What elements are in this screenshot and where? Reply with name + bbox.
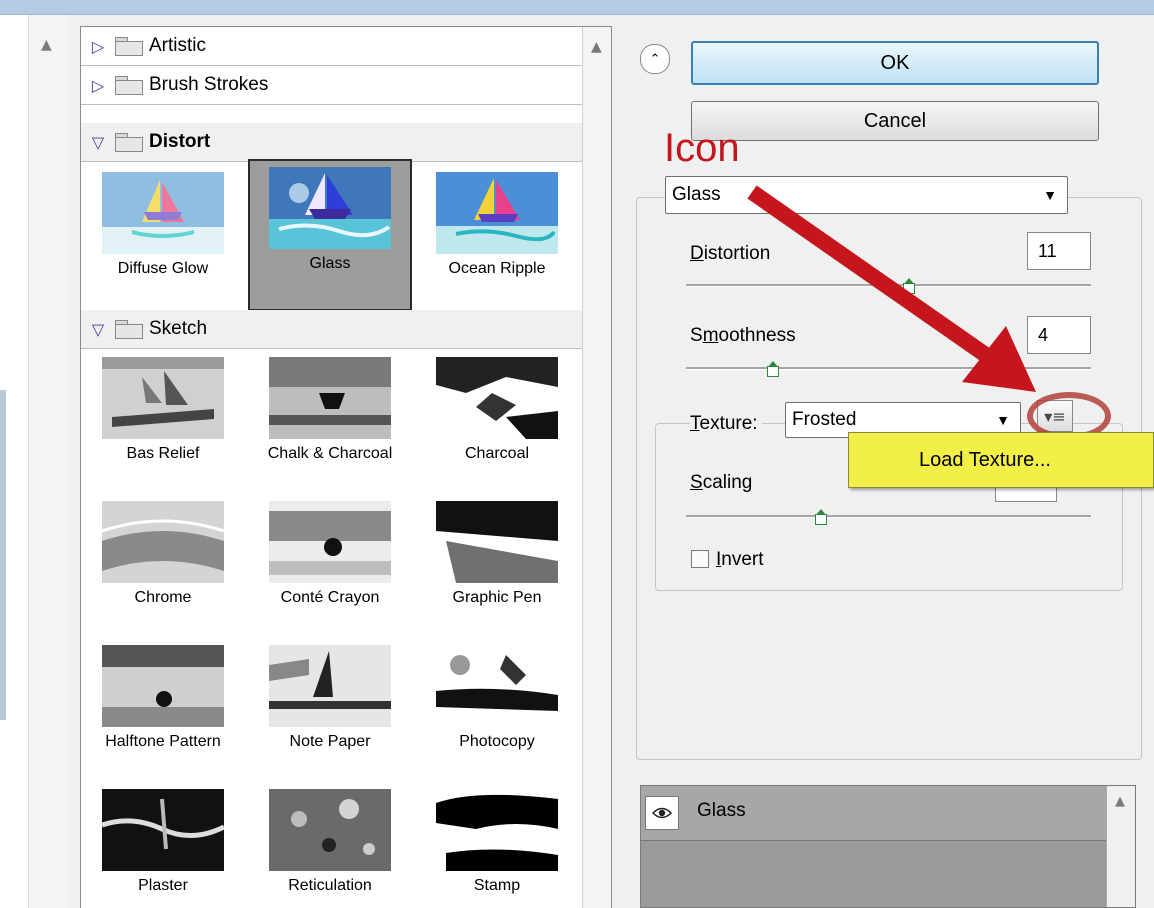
filter-thumb-conte-crayon[interactable]: Conté Crayon (248, 493, 412, 638)
folder-icon (115, 76, 143, 95)
effect-layer-name: Glass (697, 800, 746, 821)
note-paper-thumbnail (269, 645, 391, 727)
effect-layer-row[interactable]: Glass (641, 786, 1109, 841)
category-brush-strokes[interactable]: ▷ Brush Strokes (81, 66, 583, 105)
filter-thumb-glass[interactable]: Glass (248, 159, 412, 311)
filter-thumb-label: Chrome (134, 589, 192, 606)
sketch-thumbnails: Bas Relief Chalk & Charcoal Charcoal Chr… (81, 349, 583, 908)
glass-thumbnail (269, 167, 391, 249)
folder-icon (115, 37, 143, 56)
filter-thumb-plaster[interactable]: Plaster (81, 781, 245, 908)
texture-popup-menu: Load Texture... (848, 432, 1154, 488)
open-folder-icon (115, 133, 143, 152)
category-sketch[interactable]: ▽ Sketch (81, 310, 583, 349)
filter-thumb-label: Diffuse Glow (117, 260, 209, 277)
filter-thumb-diffuse-glow[interactable]: Diffuse Glow (81, 164, 245, 309)
halftone-pattern-thumbnail (102, 645, 224, 727)
filter-thumb-label: Glass (309, 255, 351, 272)
chalk-charcoal-thumbnail (269, 357, 391, 439)
effect-layers-panel: Glass ▲ (640, 785, 1136, 908)
filter-thumb-label: Ocean Ripple (448, 260, 546, 277)
scroll-up-arrow-icon[interactable]: ▲ (591, 39, 602, 55)
scaling-label: Scaling (690, 472, 753, 493)
filter-thumb-chrome[interactable]: Chrome (81, 493, 245, 638)
filter-thumb-label: Bas Relief (126, 445, 200, 462)
filter-gallery: ▷ Artistic ▷ Brush Strokes ▽ Distort Dif… (80, 26, 612, 908)
filter-thumb-label: Graphic Pen (452, 589, 542, 606)
filter-thumb-label: Reticulation (288, 877, 372, 894)
filter-thumb-graphic-pen[interactable]: Graphic Pen (415, 493, 579, 638)
filter-thumb-photocopy[interactable]: Photocopy (415, 637, 579, 782)
filter-thumb-ocean-ripple[interactable]: Ocean Ripple (415, 164, 579, 309)
filter-thumb-reticulation[interactable]: Reticulation (248, 781, 412, 908)
category-label: Artistic (149, 35, 206, 56)
cancel-button[interactable]: Cancel (691, 101, 1099, 141)
scroll-up-arrow-icon[interactable]: ▲ (41, 37, 52, 53)
dropdown-arrow-icon: ▼ (1043, 187, 1057, 203)
invert-checkbox[interactable] (691, 550, 709, 568)
collapse-gallery-button[interactable]: ⌃ (640, 44, 670, 74)
photocopy-thumbnail (436, 645, 558, 727)
filter-select-value: Glass (672, 184, 721, 205)
filter-thumb-label: Stamp (473, 877, 521, 894)
filter-thumb-note-paper[interactable]: Note Paper (248, 637, 412, 782)
filter-thumb-label: Halftone Pattern (105, 733, 221, 750)
graphic-pen-thumbnail (436, 501, 558, 583)
reticulation-thumbnail (269, 789, 391, 871)
filter-thumb-label: Conté Crayon (280, 589, 380, 606)
diffuse-glow-thumbnail (102, 172, 224, 254)
filter-thumb-label: Note Paper (289, 733, 371, 750)
filter-thumb-label: Chalk & Charcoal (267, 445, 393, 462)
filter-thumb-stamp[interactable]: Stamp (415, 781, 579, 908)
category-distort[interactable]: ▽ Distort (81, 123, 583, 162)
filter-thumb-halftone-pattern[interactable]: Halftone Pattern (81, 637, 245, 782)
bas-relief-thumbnail (102, 357, 224, 439)
filter-thumb-label: Plaster (138, 877, 188, 894)
category-label: Sketch (149, 318, 208, 339)
plaster-thumbnail (102, 789, 224, 871)
category-artistic[interactable]: ▷ Artistic (81, 27, 583, 66)
load-texture-menu-item[interactable]: Load Texture... (919, 449, 1051, 472)
eye-icon[interactable] (645, 796, 679, 830)
gallery-scrollbar[interactable]: ▲ (582, 27, 611, 908)
conte-crayon-thumbnail (269, 501, 391, 583)
ocean-ripple-thumbnail (436, 172, 558, 254)
layers-scrollbar[interactable]: ▲ (1106, 786, 1135, 907)
stamp-thumbnail (436, 789, 558, 871)
filter-thumb-bas-relief[interactable]: Bas Relief (81, 349, 245, 494)
ok-button[interactable]: OK (691, 41, 1099, 85)
dropdown-arrow-icon: ▼ (996, 412, 1010, 428)
window-top-strip (0, 0, 1154, 15)
expand-triangle-icon[interactable]: ▷ (87, 37, 109, 56)
scaling-slider-track[interactable] (686, 515, 1091, 518)
double-chevron-up-icon: ⌃ (649, 51, 661, 67)
filter-thumb-chalk-charcoal[interactable]: Chalk & Charcoal (248, 349, 412, 494)
filter-thumb-charcoal[interactable]: Charcoal (415, 349, 579, 494)
preview-image-edge (0, 390, 6, 720)
eye-glyph (652, 807, 672, 819)
filter-thumb-label: Charcoal (464, 445, 530, 462)
collapse-triangle-icon[interactable]: ▽ (87, 320, 109, 339)
invert-label: Invert (716, 549, 764, 570)
texture-select-value: Frosted (792, 409, 857, 430)
scroll-up-arrow-icon[interactable]: ▲ (1115, 794, 1125, 809)
open-folder-icon (115, 320, 143, 339)
expand-triangle-icon[interactable]: ▷ (87, 76, 109, 95)
scaling-slider-thumb[interactable] (815, 509, 827, 525)
category-label: Brush Strokes (149, 74, 269, 95)
category-label: Distort (149, 131, 211, 152)
filter-thumb-label: Photocopy (459, 733, 535, 750)
annotation-label: Icon (664, 126, 740, 170)
texture-label: Texture: (690, 413, 762, 435)
charcoal-thumbnail (436, 357, 558, 439)
preview-scrollbar[interactable]: ▲ (28, 15, 69, 908)
annotation-arrow (747, 185, 1036, 392)
distort-thumbnails: Diffuse Glow Glass Ocean Ripple (81, 159, 583, 311)
chrome-thumbnail (102, 501, 224, 583)
collapse-triangle-icon[interactable]: ▽ (87, 133, 109, 152)
